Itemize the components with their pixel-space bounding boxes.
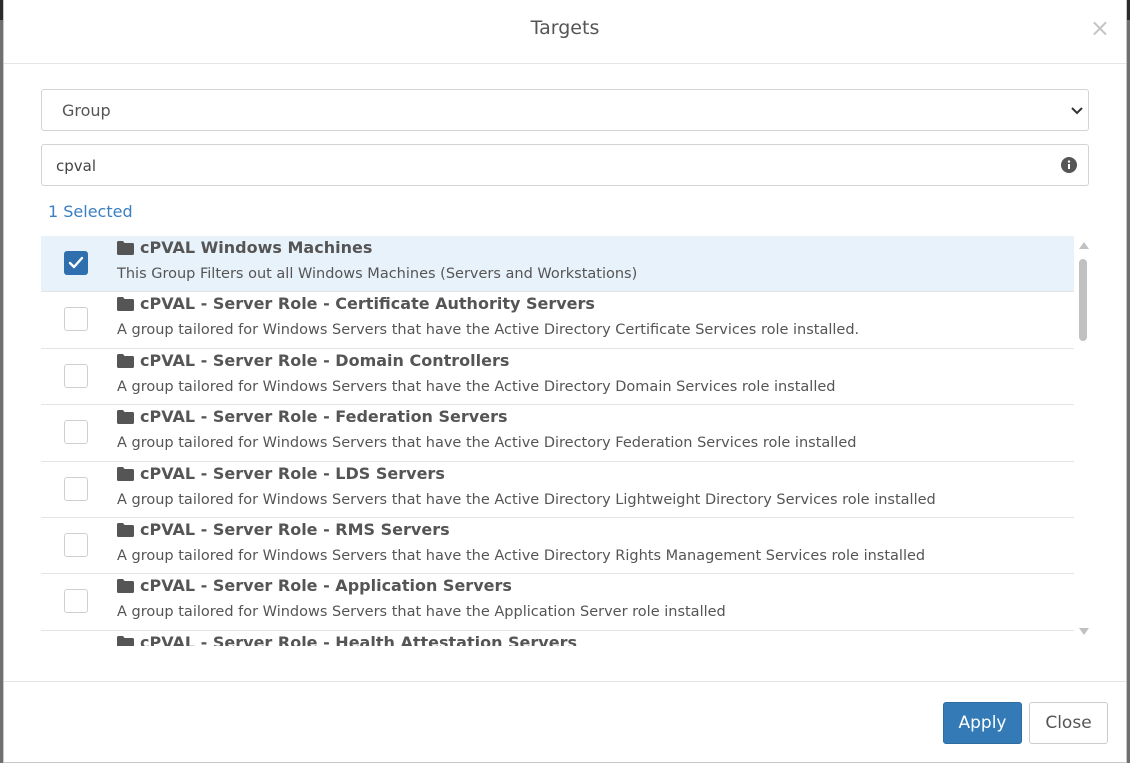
target-type-value: Group [62,101,111,120]
close-icon[interactable]: × [1090,14,1110,42]
group-row[interactable]: cPVAL - Server Role - LDS Servers A group… [41,461,1074,518]
check-icon [68,256,84,269]
target-type-select[interactable]: Group [41,89,1089,131]
folder-icon [117,466,134,481]
selected-count[interactable]: 1 Selected [48,202,133,221]
group-row[interactable]: cPVAL - Server Role - Federation Servers… [41,405,1074,462]
group-title: cPVAL Windows Machines [140,238,373,257]
folder-icon [117,353,134,368]
group-checkbox[interactable] [64,532,88,557]
group-list: cPVAL Windows Machines This Group Filters… [41,236,1091,646]
chevron-down-icon [1071,107,1083,115]
group-checkbox[interactable] [64,251,88,275]
scroll-thumb[interactable] [1079,259,1087,341]
info-icon[interactable] [1061,157,1077,173]
group-description: A group tailored for Windows Servers tha… [117,322,860,339]
group-row[interactable]: cPVAL - Server Role - Application Server… [41,574,1074,631]
group-row[interactable]: cPVAL - Server Role - Domain Controllers… [41,348,1074,406]
folder-icon [117,241,134,255]
scroll-down-icon[interactable] [1079,628,1089,635]
group-title: cPVAL - Server Role - LDS Servers [140,463,445,483]
group-checkbox[interactable] [64,589,88,614]
close-button[interactable]: Close [1029,702,1108,744]
group-row[interactable]: cPVAL Windows Machines This Group Filters… [41,236,1074,293]
group-list-items: cPVAL Windows Machines This Group Filters… [41,236,1074,646]
group-row[interactable]: cPVAL - Server Role - Certificate Author… [41,292,1074,349]
targets-dialog: Targets × Group 1 Selected cPVAL Windows… [3,0,1127,763]
group-description: A group tailored for Windows Servers tha… [117,491,936,508]
search-field [41,144,1089,186]
group-title: cPVAL - Server Role - Health Attestation… [140,632,577,646]
list-scrollbar[interactable] [1075,236,1091,646]
group-checkbox[interactable] [64,476,88,501]
group-title: cPVAL - Server Role - Certificate Author… [140,294,595,314]
folder-icon [117,297,134,312]
folder-icon [117,410,134,425]
dialog-header: Targets × [4,0,1126,64]
apply-button[interactable]: Apply [943,702,1022,744]
group-description: A group tailored for Windows Servers tha… [117,547,926,564]
group-title: cPVAL - Server Role - Application Server… [140,576,512,596]
folder-icon [117,579,134,594]
group-checkbox[interactable] [64,420,88,445]
group-row[interactable]: cPVAL - Server Role - RMS Servers A group… [41,517,1074,575]
group-description: A group tailored for Windows Servers tha… [117,604,726,621]
group-checkbox[interactable] [64,363,88,388]
scroll-up-icon[interactable] [1079,242,1089,249]
dialog-title: Targets [530,17,600,39]
group-title: cPVAL - Server Role - Domain Controllers [140,350,510,370]
group-checkbox[interactable] [64,307,88,332]
folder-icon [117,635,134,646]
group-title: cPVAL - Server Role - Federation Servers [140,407,508,427]
group-description: A group tailored for Windows Servers tha… [117,435,857,452]
search-input[interactable] [56,155,1016,177]
group-description: This Group Filters out all Windows Machi… [117,266,638,282]
group-title: cPVAL - Server Role - RMS Servers [140,519,450,539]
group-description: A group tailored for Windows Servers tha… [117,378,836,395]
folder-icon [117,522,134,537]
group-row[interactable]: cPVAL - Server Role - Health Attestation… [41,630,1074,646]
dialog-footer: Apply Close [4,681,1126,763]
